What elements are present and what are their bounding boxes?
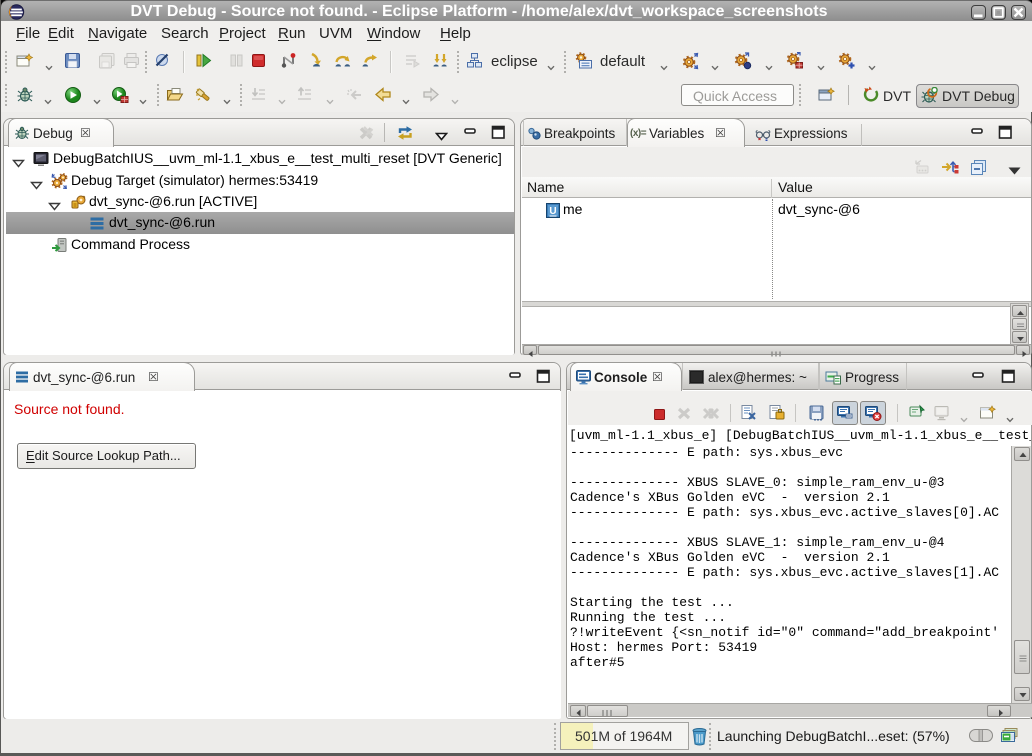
svg-text:U: U xyxy=(549,206,556,217)
